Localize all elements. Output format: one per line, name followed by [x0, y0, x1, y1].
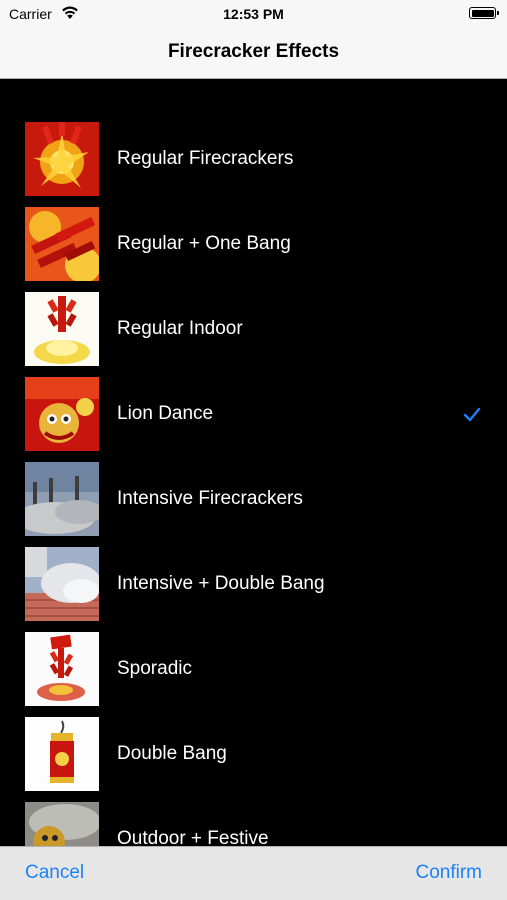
effects-list[interactable]: Regular Firecrackers Regular + One Bang	[0, 79, 507, 846]
bottom-toolbar: Cancel Confirm	[0, 846, 507, 900]
item-label: Regular Indoor	[117, 318, 243, 339]
confirm-button[interactable]: Confirm	[415, 862, 482, 884]
list-item[interactable]: Lion Dance	[0, 377, 507, 462]
item-label: Intensive + Double Bang	[117, 573, 325, 594]
status-time: 12:53 PM	[223, 6, 284, 22]
item-label: Sporadic	[117, 658, 192, 679]
list-item[interactable]: Intensive Firecrackers	[0, 462, 507, 547]
navigation-bar: Firecracker Effects	[0, 28, 507, 79]
red-firecracker-burst-image	[25, 122, 99, 196]
item-label: Double Bang	[117, 743, 227, 764]
smoke-over-plaza-image	[25, 462, 99, 536]
single-cylinder-firecracker-image	[25, 717, 99, 791]
hanging-firecracker-string-image	[25, 292, 99, 366]
item-label: Intensive Firecrackers	[117, 488, 303, 509]
status-bar: Carrier 12:53 PM	[0, 0, 507, 28]
list-item[interactable]: Sporadic	[0, 632, 507, 717]
list-item[interactable]: Regular Firecrackers	[0, 122, 507, 207]
lion-dance-smoke-image	[25, 802, 99, 846]
list-item[interactable]: Intensive + Double Bang	[0, 547, 507, 632]
list-item[interactable]: Outdoor + Festive	[0, 802, 507, 846]
firecracker-string-on-white-image	[25, 632, 99, 706]
red-firecracker-bundle-image	[25, 207, 99, 281]
checkmark-icon	[462, 404, 482, 424]
smoke-on-steps-image	[25, 547, 99, 621]
lion-dance-head-image	[25, 377, 99, 451]
cancel-button[interactable]: Cancel	[25, 862, 84, 884]
item-label: Outdoor + Festive	[117, 828, 269, 846]
item-label: Regular + One Bang	[117, 233, 291, 254]
battery-icon	[469, 7, 499, 19]
list-item[interactable]: Regular Indoor	[0, 292, 507, 377]
item-label: Lion Dance	[117, 403, 214, 424]
list-item[interactable]: Double Bang	[0, 717, 507, 802]
page-title: Firecracker Effects	[167, 41, 340, 62]
item-label: Regular Firecrackers	[117, 148, 294, 169]
list-item[interactable]: Regular + One Bang	[0, 207, 507, 292]
